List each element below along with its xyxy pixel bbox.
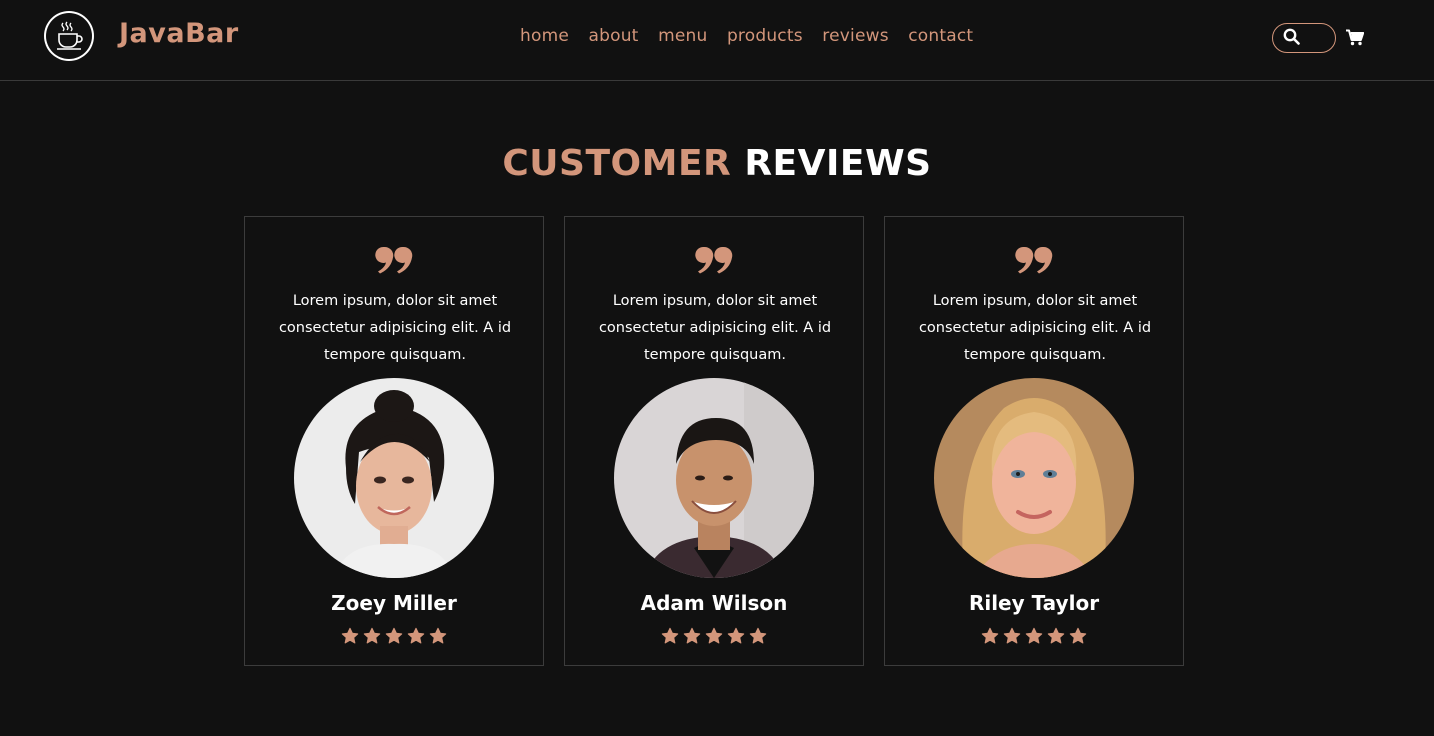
quote-icon: [245, 245, 543, 275]
review-card: Lorem ipsum, dolor sit amet consectetur …: [564, 216, 864, 666]
section-title-accent: CUSTOMER: [502, 143, 732, 184]
star-icon: [705, 627, 723, 644]
review-text: Lorem ipsum, dolor sit amet consectetur …: [598, 293, 832, 363]
section-title-plain: REVIEWS: [744, 143, 932, 184]
star-rating: [885, 627, 1183, 645]
star-icon: [407, 627, 425, 644]
search-box[interactable]: [1272, 23, 1336, 53]
star-icon: [727, 627, 745, 644]
nav-menu[interactable]: menu: [658, 26, 707, 46]
shopping-cart-icon[interactable]: [1346, 29, 1365, 50]
star-icon: [385, 627, 403, 644]
quote-icon: [565, 245, 863, 275]
star-icon: [981, 627, 999, 644]
reviewer-name: Adam Wilson: [640, 591, 788, 615]
section-title: CUSTOMER REVIEWS: [0, 143, 1434, 184]
nav-home[interactable]: home: [520, 26, 569, 46]
reviewer-name: Riley Taylor: [968, 591, 1100, 615]
star-icon: [429, 627, 447, 644]
review-card: Lorem ipsum, dolor sit amet consectetur …: [884, 216, 1184, 666]
star-icon: [683, 627, 701, 644]
main-nav: home about menu products reviews contact: [520, 26, 993, 46]
search-input[interactable]: [1304, 28, 1328, 48]
review-text: Lorem ipsum, dolor sit amet consectetur …: [278, 293, 512, 363]
site-header: JavaBar home about menu products reviews…: [0, 0, 1434, 81]
nav-contact[interactable]: contact: [908, 26, 973, 46]
star-rating: [245, 627, 543, 645]
nav-products[interactable]: products: [727, 26, 803, 46]
review-text: Lorem ipsum, dolor sit amet consectetur …: [918, 293, 1152, 363]
star-icon: [341, 627, 359, 644]
star-icon: [1025, 627, 1043, 644]
star-icon: [363, 627, 381, 644]
brand-name[interactable]: JavaBar: [119, 18, 239, 49]
star-icon: [661, 627, 679, 644]
coffee-cup-icon: [46, 13, 92, 59]
star-icon: [1069, 627, 1087, 644]
star-icon: [1047, 627, 1065, 644]
avatar: [294, 378, 494, 578]
nav-about[interactable]: about: [589, 26, 639, 46]
search-icon[interactable]: [1283, 28, 1300, 49]
review-card: Lorem ipsum, dolor sit amet consectetur …: [244, 216, 544, 666]
reviews-container: Lorem ipsum, dolor sit amet consectetur …: [244, 216, 1184, 666]
star-rating: [565, 627, 863, 645]
avatar: [614, 378, 814, 578]
star-icon: [1003, 627, 1021, 644]
logo[interactable]: [44, 11, 94, 61]
nav-reviews[interactable]: reviews: [822, 26, 888, 46]
avatar: [934, 378, 1134, 578]
star-icon: [749, 627, 767, 644]
quote-icon: [885, 245, 1183, 275]
reviewer-name: Zoey Miller: [331, 591, 457, 615]
